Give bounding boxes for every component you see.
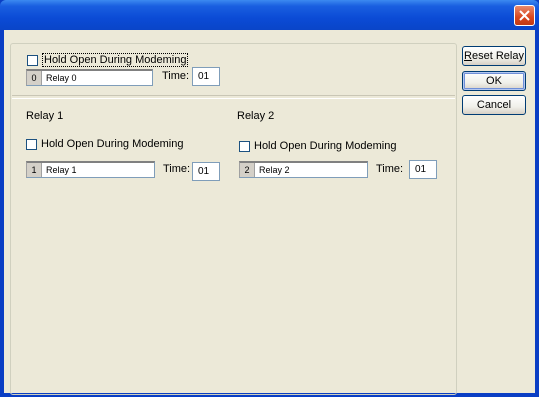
reset-relay-mnemonic: R — [464, 50, 472, 62]
close-button[interactable] — [514, 5, 535, 26]
relay2-name: Relay 2 — [259, 165, 290, 175]
dialog-window: Hold Open During Modeming 0 Relay 0 Time… — [0, 0, 539, 397]
relay1-time-input[interactable]: 01 — [192, 162, 220, 181]
separator — [12, 95, 455, 99]
relay0-hold-open-label: Hold Open During Modeming — [42, 53, 189, 67]
ok-button[interactable]: OK — [462, 71, 526, 91]
relay2-section-label: Relay 2 — [237, 110, 275, 122]
close-icon — [519, 10, 530, 21]
relay2-number: 2 — [240, 163, 255, 177]
relay1-hold-open-label: Hold Open During Modeming — [41, 138, 184, 150]
relay1-time-label: Time: — [163, 163, 191, 175]
checkbox-box[interactable] — [239, 140, 250, 152]
relay2-time-label: Time: — [376, 163, 404, 175]
relay0-name: Relay 0 — [46, 73, 77, 83]
relay2-hold-open-checkbox[interactable]: Hold Open During Modeming — [239, 140, 396, 152]
relay1-name-field[interactable]: 1 Relay 1 — [26, 161, 155, 178]
checkbox-box[interactable] — [26, 138, 37, 150]
relay0-name-field[interactable]: 0 Relay 0 — [26, 69, 153, 86]
relay1-hold-open-checkbox[interactable]: Hold Open During Modeming — [26, 138, 183, 150]
title-bar[interactable] — [0, 0, 539, 30]
relay2-time-input[interactable]: 01 — [409, 160, 437, 179]
relay2-name-field[interactable]: 2 Relay 2 — [239, 161, 368, 178]
checkbox-box[interactable] — [27, 54, 38, 66]
relay1-name: Relay 1 — [46, 165, 77, 175]
reset-relay-button[interactable]: Reset Relay — [462, 46, 526, 66]
cancel-button[interactable]: Cancel — [462, 95, 526, 115]
relay0-time-label: Time: — [162, 70, 190, 82]
relay0-time-input[interactable]: 01 — [192, 67, 220, 86]
relay2-hold-open-label: Hold Open During Modeming — [254, 140, 397, 152]
relay0-hold-open-checkbox[interactable]: Hold Open During Modeming — [27, 53, 189, 67]
relay1-number: 1 — [27, 163, 42, 177]
relay1-section-label: Relay 1 — [26, 110, 64, 122]
relay0-number: 0 — [27, 71, 42, 85]
reset-relay-label: eset Relay — [471, 50, 524, 62]
dialog-client-area: Hold Open During Modeming 0 Relay 0 Time… — [4, 30, 535, 395]
